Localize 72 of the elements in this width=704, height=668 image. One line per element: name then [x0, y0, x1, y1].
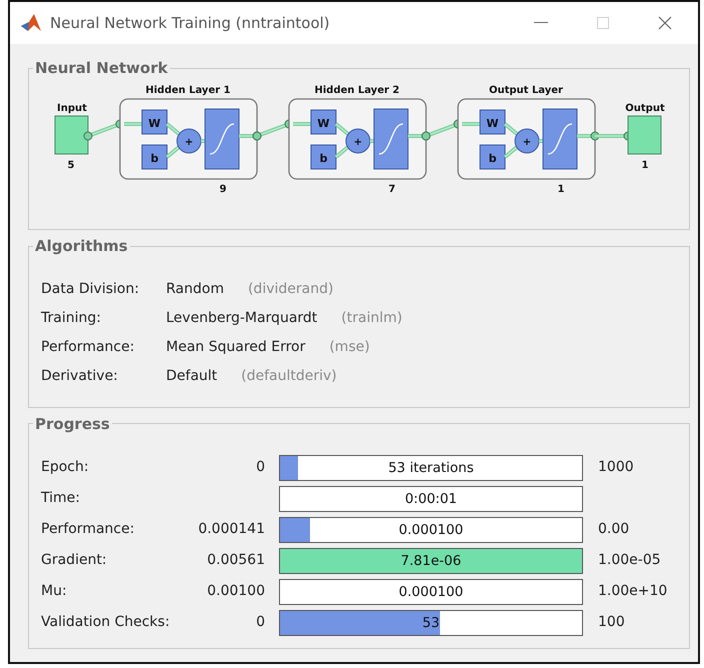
input-node	[54, 115, 88, 154]
connector	[334, 122, 350, 136]
group-title: Algorithms	[34, 238, 129, 254]
start-value: 0	[256, 459, 265, 475]
field-value: Random	[166, 280, 224, 298]
transfer-function-block	[542, 108, 578, 169]
function-name: (dividerand)	[248, 280, 334, 298]
field-value: Levenberg-Marquardt	[166, 308, 318, 328]
node-size: 5	[68, 160, 74, 170]
output-node	[628, 115, 662, 154]
function-name: (defaultderiv)	[241, 366, 337, 386]
end-value: 1000	[598, 459, 634, 475]
field-label: Data Division:	[41, 280, 140, 298]
bar-reading: 53 iterations	[387, 458, 475, 478]
end-value: 1.00e+10	[598, 583, 668, 599]
sum-node: +	[176, 128, 202, 153]
bar-reading: 0:00:01	[404, 490, 458, 508]
transfer-function-block	[204, 108, 240, 169]
app-icon	[20, 13, 42, 33]
layer-size: 9	[220, 184, 226, 194]
bias-block: b	[142, 144, 168, 169]
start-value: 0	[256, 614, 265, 630]
connector	[504, 144, 518, 158]
field-label: Performance:	[41, 338, 136, 356]
weight-block: W	[480, 109, 506, 134]
field-label: Performance:	[41, 520, 136, 539]
sum-node: +	[346, 128, 370, 153]
field-value: Default	[166, 366, 218, 386]
sum-node: +	[514, 128, 540, 153]
layer-size: 1	[558, 184, 564, 194]
field-label: Time:	[41, 489, 81, 508]
maximize-icon	[597, 17, 609, 29]
transfer-function-block	[374, 108, 408, 169]
bias-block: b	[480, 144, 506, 169]
connector	[166, 122, 180, 136]
field-label: Epoch:	[41, 458, 90, 477]
field-value: Mean Squared Error	[166, 338, 306, 356]
function-name: (mse)	[329, 338, 370, 356]
connector	[334, 144, 350, 158]
layer-title: Hidden Layer 2	[314, 84, 400, 96]
field-label: Gradient:	[41, 551, 108, 570]
field-label: Validation Checks:	[41, 613, 171, 632]
start-value: 0.00100	[207, 583, 265, 599]
layer-title: Hidden Layer 1	[146, 84, 230, 96]
start-value: 0.000141	[198, 521, 265, 537]
bar-reading: 7.81e-06	[400, 552, 462, 570]
function-name: (trainlm)	[341, 308, 402, 328]
bias-block: b	[310, 144, 336, 169]
field-label: Derivative:	[41, 366, 119, 386]
bar-reading: 0.000100	[398, 520, 464, 540]
weight-block: W	[142, 109, 168, 134]
layer-title: Output Layer	[489, 84, 563, 96]
group-title: Progress	[34, 416, 111, 432]
node-label: Output	[625, 102, 665, 114]
connector	[166, 144, 180, 158]
window-title: Neural Network Training (nntraintool)	[50, 12, 330, 34]
connector	[504, 122, 518, 136]
node-label: Input	[57, 102, 87, 114]
end-value: 0.00	[598, 521, 630, 537]
end-value: 100	[598, 614, 625, 630]
node-size: 1	[642, 160, 648, 170]
end-value: 1.00e-05	[598, 552, 661, 568]
start-value: 0.00561	[207, 552, 265, 568]
field-label: Training:	[41, 308, 102, 328]
close-icon	[658, 16, 672, 30]
group-title: Neural Network	[34, 60, 169, 76]
bar-reading: 0.000100	[398, 582, 464, 602]
layer-size: 7	[388, 184, 396, 194]
bar-reading: 53	[421, 614, 441, 632]
field-label: Mu:	[41, 582, 68, 601]
minimize-icon	[534, 22, 548, 24]
weight-block: W	[310, 109, 336, 134]
